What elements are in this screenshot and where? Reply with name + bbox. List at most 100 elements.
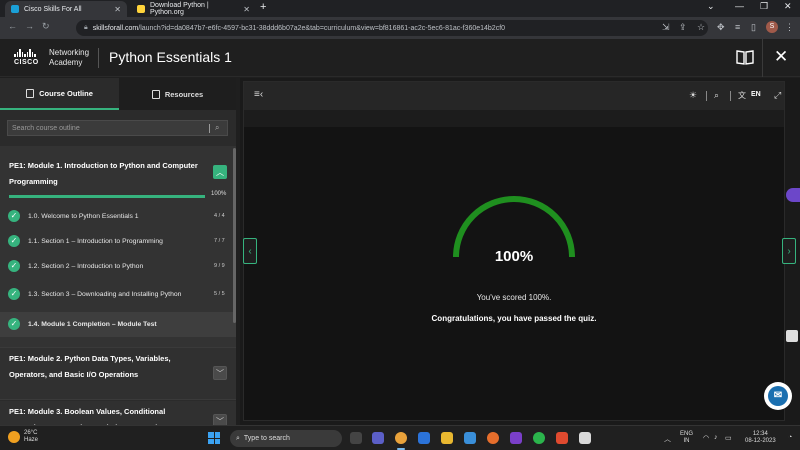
share-icon[interactable]: ⇪ <box>679 22 687 33</box>
lang-line2: IN <box>683 438 690 444</box>
windows-start-icon[interactable] <box>208 432 220 444</box>
tab-title: Download Python | Python.org <box>150 2 209 16</box>
fullscreen-icon[interactable]: ⤢ <box>774 90 781 101</box>
whatsapp-icon[interactable] <box>533 432 545 444</box>
lesson-item-selected[interactable]: ✓ 1.4. Module 1 Completion – Module Test <box>0 312 236 337</box>
lesson-item[interactable]: ✓ 1.3. Section 3 – Downloading and Insta… <box>0 280 236 309</box>
teams-chat-icon[interactable] <box>372 432 384 444</box>
address-bar[interactable]: 🔒︎ skillsforall.com /launch?id=da0847b7-… <box>76 20 708 36</box>
lesson-title: 1.0. Welcome to Python Essentials 1 <box>28 212 139 220</box>
window-close-button[interactable]: ✕ <box>784 1 792 12</box>
module-title[interactable]: PE1: Module 1. Introduction to Python an… <box>9 158 199 190</box>
volume-icon[interactable]: ♪ <box>714 434 718 441</box>
module-title: PE1: Module 3. Boolean Values, Condition… <box>9 407 167 425</box>
forward-icon[interactable]: → <box>25 21 34 31</box>
store-icon[interactable] <box>464 432 476 444</box>
new-tab-button[interactable]: + <box>260 1 266 13</box>
bookmark-star-icon[interactable]: ☆ <box>697 22 705 33</box>
brightness-icon[interactable]: ☀ <box>689 90 697 101</box>
close-tab-icon[interactable]: ✕ <box>243 5 250 14</box>
chrome-icon[interactable] <box>395 432 407 444</box>
language-selector[interactable]: EN <box>751 91 761 98</box>
lesson-item[interactable]: ✓ 1.0. Welcome to Python Essentials 1 4 … <box>0 204 236 229</box>
close-tab-icon[interactable]: ✕ <box>114 5 121 14</box>
lesson-count: 5 / 5 <box>214 291 225 297</box>
sidebar-scrollbar[interactable] <box>233 148 236 323</box>
collapse-menu-icon[interactable]: ≡‹ <box>254 89 263 100</box>
next-page-button[interactable]: › <box>782 238 796 264</box>
clock[interactable]: 12:34 08-12-2023 <box>745 431 776 445</box>
browser-tab-cisco[interactable]: Cisco Skills For All ✕ <box>5 1 127 17</box>
score-message: You've scored 100%. <box>476 293 552 302</box>
notifications-icon[interactable]: ◔ <box>788 434 792 441</box>
browser-menu-icon[interactable]: ⋮ <box>785 22 794 33</box>
battery-icon[interactable]: ▭ <box>725 434 732 442</box>
toolbar-divider <box>706 91 707 101</box>
networking-academy-label: Networking Academy <box>49 48 89 68</box>
check-icon: ✓ <box>8 260 20 272</box>
lesson-count: 9 / 9 <box>214 263 225 269</box>
media-icon[interactable]: ≡ <box>735 22 740 32</box>
word-icon[interactable] <box>418 432 430 444</box>
translate-icon[interactable]: 文 <box>738 90 746 101</box>
score-value: 100% <box>494 248 534 265</box>
maximize-button[interactable]: ❐ <box>760 1 768 12</box>
module-3-section[interactable]: PE1: Module 3. Boolean Values, Condition… <box>0 401 236 425</box>
lesson-title: 1.3. Section 3 – Downloading and Install… <box>28 290 182 298</box>
notepad-icon[interactable] <box>579 432 591 444</box>
check-icon: ✓ <box>8 210 20 222</box>
previous-page-button[interactable]: ‹ <box>243 238 257 264</box>
lesson-count: 7 / 7 <box>214 238 225 244</box>
url-path: /launch?id=da0847b7-e6fc-4597-bc31-38ddd… <box>138 24 506 32</box>
module-progress-bar <box>9 195 205 198</box>
weather-temp: 26°C <box>24 430 38 436</box>
tab-title: Cisco Skills For All <box>24 5 82 13</box>
minimize-button[interactable]: — <box>735 1 744 11</box>
wifi-icon[interactable]: ◠ <box>703 434 709 442</box>
extension-side-icon[interactable] <box>786 188 800 202</box>
sidepanel-icon[interactable]: ▯ <box>751 22 756 33</box>
windows-taskbar: 26°C Haze ⌕ Type to search ︿ ENG IN ◠ ♪ … <box>0 425 800 450</box>
language-indicator[interactable]: ENG IN <box>680 431 693 445</box>
content-toolbar: ≡‹ ☀ ⌕ 文 EN ⤢ <box>244 82 784 110</box>
file-explorer-icon[interactable] <box>441 432 453 444</box>
check-icon: ✓ <box>8 318 20 330</box>
show-hidden-icons[interactable]: ︿ <box>664 434 671 444</box>
firefox-icon[interactable] <box>487 432 499 444</box>
search-input[interactable]: Search course outline ⌕ <box>7 120 228 136</box>
brave-icon[interactable] <box>556 432 568 444</box>
profile-avatar[interactable]: S <box>766 21 778 33</box>
module-title: PE1: Module 2. Python Data Types, Variab… <box>9 354 171 379</box>
page-scrollbar-thumb[interactable] <box>786 330 798 342</box>
tab-course-outline[interactable]: Course Outline <box>0 78 119 110</box>
lesson-title: 1.1. Section 1 – Introduction to Program… <box>28 237 163 245</box>
collapse-chevron-up-icon[interactable]: ︿ <box>213 165 227 179</box>
cisco-favicon-icon <box>11 5 19 13</box>
tab-resources[interactable]: Resources <box>119 78 236 110</box>
lesson-item[interactable]: ✓ 1.1. Section 1 – Introduction to Progr… <box>0 229 236 254</box>
task-view-icon[interactable] <box>350 432 362 444</box>
back-icon[interactable]: ← <box>8 21 17 31</box>
close-course-icon[interactable]: ✕ <box>774 47 788 67</box>
module-2-section[interactable]: PE1: Module 2. Python Data Types, Variab… <box>0 347 236 400</box>
book-icon[interactable] <box>736 49 754 65</box>
search-icon[interactable]: ⌕ <box>714 90 719 101</box>
chat-assistant-button[interactable]: ✉ <box>764 382 792 410</box>
search-icon[interactable]: ⌕ <box>215 123 219 133</box>
lesson-item[interactable]: ✓ 1.2. Section 2 – Introduction to Pytho… <box>0 254 236 279</box>
expand-chevron-down-icon[interactable]: ﹀ <box>213 366 227 380</box>
install-icon[interactable]: ⇲ <box>662 22 670 33</box>
weather-sun-icon <box>8 431 20 443</box>
page-title: Python Essentials 1 <box>109 49 232 65</box>
weather-widget[interactable]: 26°C Haze <box>8 430 38 444</box>
tab-label: Course Outline <box>39 88 93 98</box>
tab-search-icon[interactable]: ⌄ <box>707 1 715 12</box>
browser-tab-python[interactable]: Download Python | Python.org ✕ <box>131 1 256 17</box>
taskbar-search-input[interactable]: ⌕ Type to search <box>230 430 342 447</box>
expand-chevron-down-icon[interactable]: ﹀ <box>213 414 227 425</box>
app-icon[interactable] <box>510 432 522 444</box>
extensions-icon[interactable]: ✥ <box>717 22 725 33</box>
app-header: CISCO Networking Academy Python Essentia… <box>0 39 800 77</box>
taskbar-search-placeholder: Type to search <box>243 435 290 442</box>
reload-icon[interactable]: ↻ <box>42 21 50 32</box>
